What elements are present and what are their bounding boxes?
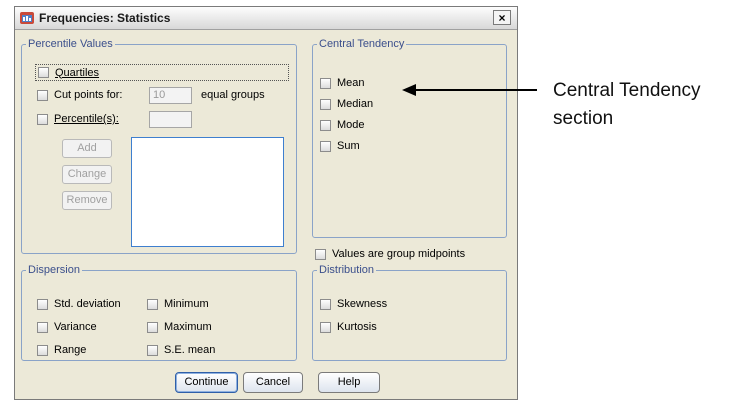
range-checkbox[interactable]	[37, 344, 48, 356]
group-midpoints-option[interactable]: Values are group midpoints	[315, 248, 465, 260]
cut-points-option[interactable]: Cut points for:	[37, 89, 122, 101]
title-bar: Frequencies: Statistics ×	[15, 7, 517, 30]
central-tendency-legend: Central Tendency	[319, 38, 405, 50]
group-midpoints-label: Values are group midpoints	[332, 248, 466, 260]
percentile-input[interactable]	[149, 111, 192, 128]
median-option[interactable]: Median	[320, 98, 373, 110]
spss-app-icon	[20, 12, 34, 24]
median-checkbox[interactable]	[320, 98, 331, 110]
sum-option[interactable]: Sum	[320, 140, 360, 152]
minimum-label: Minimum	[164, 298, 209, 310]
help-button[interactable]: Help	[318, 372, 380, 393]
range-label: Range	[54, 344, 87, 356]
annotation-line-1: Central Tendency	[553, 80, 701, 101]
annotation-line-2: section	[553, 108, 614, 129]
se-mean-label: S.E. mean	[164, 344, 216, 356]
percentiles-label: Percentile(s):	[54, 113, 119, 125]
mode-checkbox[interactable]	[320, 119, 331, 131]
minimum-option[interactable]: Minimum	[147, 298, 209, 310]
maximum-option[interactable]: Maximum	[147, 321, 212, 333]
std-deviation-label: Std. deviation	[54, 298, 121, 310]
quartiles-checkbox[interactable]	[38, 67, 49, 78]
minimum-checkbox[interactable]	[147, 298, 158, 310]
kurtosis-option[interactable]: Kurtosis	[320, 321, 377, 333]
skewness-label: Skewness	[337, 298, 388, 310]
mean-checkbox[interactable]	[320, 77, 331, 89]
percentiles-option[interactable]: Percentile(s):	[37, 113, 119, 125]
se-mean-checkbox[interactable]	[147, 344, 158, 356]
quartiles-label: Quartiles	[55, 66, 100, 79]
cut-points-input[interactable]: 10	[149, 87, 192, 104]
percentile-list[interactable]	[131, 137, 284, 247]
dispersion-legend: Dispersion	[28, 264, 80, 276]
std-deviation-option[interactable]: Std. deviation	[37, 298, 121, 310]
variance-label: Variance	[54, 321, 97, 333]
quartiles-option[interactable]: Quartiles	[35, 64, 289, 81]
group-midpoints-checkbox[interactable]	[315, 248, 326, 260]
sum-checkbox[interactable]	[320, 140, 331, 152]
cancel-button[interactable]: Cancel	[243, 372, 303, 393]
statistics-dialog: Frequencies: Statistics × Percentile Val…	[14, 6, 518, 400]
se-mean-option[interactable]: S.E. mean	[147, 344, 215, 356]
skewness-option[interactable]: Skewness	[320, 298, 387, 310]
central-tendency-annotation: Central Tendency section	[553, 77, 701, 133]
cut-points-checkbox[interactable]	[37, 89, 48, 101]
mode-label: Mode	[337, 119, 365, 131]
remove-button[interactable]: Remove	[62, 191, 112, 210]
cut-points-label: Cut points for:	[54, 89, 123, 101]
skewness-checkbox[interactable]	[320, 298, 331, 310]
central-tendency-group: Central Tendency	[312, 38, 507, 238]
variance-checkbox[interactable]	[37, 321, 48, 333]
arrow-left-icon	[402, 84, 537, 96]
cut-points-suffix: equal groups	[201, 89, 265, 101]
distribution-group: Distribution	[312, 264, 507, 361]
sum-label: Sum	[337, 140, 360, 152]
std-deviation-checkbox[interactable]	[37, 298, 48, 310]
range-option[interactable]: Range	[37, 344, 86, 356]
mean-option[interactable]: Mean	[320, 77, 365, 89]
kurtosis-label: Kurtosis	[337, 321, 377, 333]
close-icon[interactable]: ×	[493, 10, 511, 25]
change-button[interactable]: Change	[62, 165, 112, 184]
percentiles-checkbox[interactable]	[37, 113, 48, 125]
variance-option[interactable]: Variance	[37, 321, 97, 333]
maximum-checkbox[interactable]	[147, 321, 158, 333]
add-button[interactable]: Add	[62, 139, 112, 158]
maximum-label: Maximum	[164, 321, 212, 333]
mode-option[interactable]: Mode	[320, 119, 365, 131]
percentile-values-legend: Percentile Values	[28, 38, 113, 50]
window-title: Frequencies: Statistics	[39, 11, 171, 25]
median-label: Median	[337, 98, 374, 110]
continue-button[interactable]: Continue	[175, 372, 238, 393]
distribution-legend: Distribution	[319, 264, 375, 276]
kurtosis-checkbox[interactable]	[320, 321, 331, 333]
mean-label: Mean	[337, 77, 365, 89]
